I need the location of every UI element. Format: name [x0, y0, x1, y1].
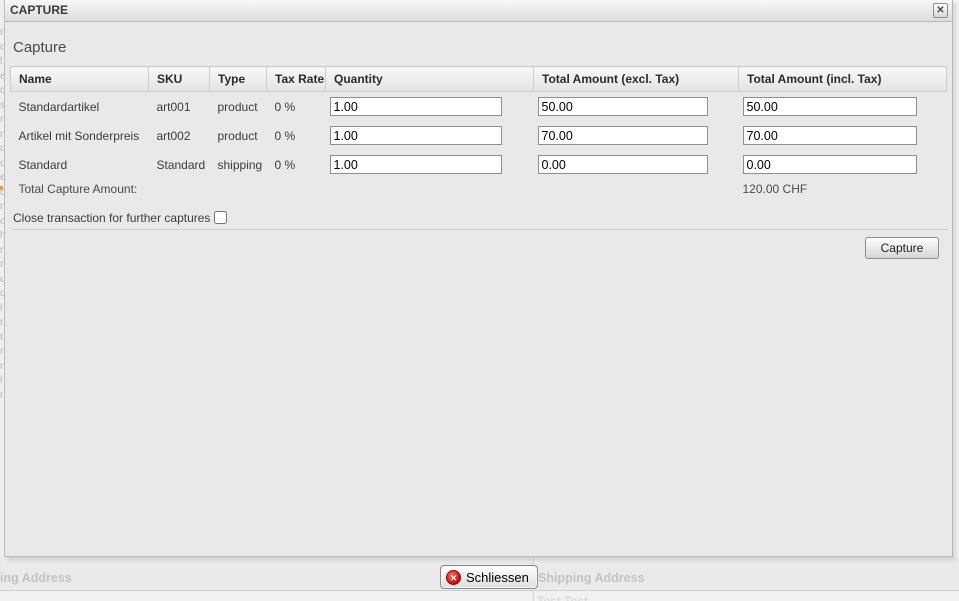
schliessen-button-label: Schliessen: [466, 570, 529, 585]
capture-items-table: Name SKU Type Tax Rate Quantity Total Am…: [10, 66, 947, 201]
cell-sku: art001: [149, 92, 210, 122]
background-test-text: Test Test: [537, 594, 588, 601]
capture-button[interactable]: Capture: [865, 237, 939, 259]
page-title: Capture: [13, 39, 952, 56]
total-excl-tax-input[interactable]: [538, 126, 708, 145]
schliessen-button[interactable]: ✕ Schliessen: [440, 565, 538, 589]
dialog-close-button[interactable]: ✕: [933, 3, 948, 18]
total-incl-tax-input[interactable]: [743, 126, 917, 145]
shipping-address-label: Shipping Address: [538, 571, 645, 585]
column-header-total-incl-tax: Total Amount (incl. Tax): [739, 67, 947, 92]
column-header-type: Type: [210, 67, 267, 92]
column-header-tax-rate: Tax Rate: [267, 67, 326, 92]
total-excl-tax-input[interactable]: [538, 97, 708, 116]
total-excl-tax-input[interactable]: [538, 155, 708, 174]
total-capture-amount-value: 120.00 CHF: [739, 179, 947, 201]
dialog-title: CAPTURE: [10, 3, 68, 17]
cell-type: shipping: [210, 150, 267, 179]
screen: r d l e d s n n d d e o n o h n n u d l …: [0, 0, 959, 601]
cell-tax-rate: 0 %: [267, 150, 326, 179]
quantity-input[interactable]: [330, 97, 502, 116]
close-transaction-row: Close transaction for further captures: [13, 211, 952, 225]
cell-sku: Standard: [149, 150, 210, 179]
cell-sku: art002: [149, 121, 210, 150]
quantity-input[interactable]: [330, 155, 502, 174]
close-transaction-label: Close transaction for further captures: [13, 211, 210, 225]
table-row: Standard Standard shipping 0 %: [11, 150, 947, 179]
column-header-name: Name: [11, 67, 149, 92]
background-orange-tick: [0, 186, 3, 190]
cell-tax-rate: 0 %: [267, 121, 326, 150]
total-incl-tax-input[interactable]: [743, 97, 917, 116]
background-bottom-strip: Test Test: [0, 591, 959, 601]
close-transaction-checkbox[interactable]: [214, 211, 227, 224]
capture-dialog: CAPTURE ✕ Capture Name SKU Type Tax Rate…: [4, 0, 953, 557]
total-capture-amount-label: Total Capture Amount:: [11, 179, 739, 201]
cell-name: Standard: [11, 150, 149, 179]
quantity-input[interactable]: [330, 126, 502, 145]
close-red-icon: ✕: [446, 570, 461, 585]
column-header-total-excl-tax: Total Amount (excl. Tax): [534, 67, 739, 92]
column-header-quantity: Quantity: [326, 67, 534, 92]
cell-name: Standardartikel: [11, 92, 149, 122]
total-row: Total Capture Amount: 120.00 CHF: [11, 179, 947, 201]
background-page-right-fragment: [953, 0, 959, 601]
total-incl-tax-input[interactable]: [743, 155, 917, 174]
horizontal-divider: [13, 229, 948, 230]
cell-name: Artikel mit Sonderpreis: [11, 121, 149, 150]
column-header-sku: SKU: [149, 67, 210, 92]
cell-type: product: [210, 92, 267, 122]
table-header-row: Name SKU Type Tax Rate Quantity Total Am…: [11, 67, 947, 92]
cell-tax-rate: 0 %: [267, 92, 326, 122]
cell-type: product: [210, 121, 267, 150]
table-row: Artikel mit Sonderpreis art002 product 0…: [11, 121, 947, 150]
dialog-titlebar: CAPTURE ✕: [5, 0, 952, 22]
billing-address-label: ing Address: [0, 571, 72, 585]
table-row: Standardartikel art001 product 0 %: [11, 92, 947, 122]
close-icon: ✕: [936, 5, 944, 16]
button-row: Capture: [5, 237, 952, 259]
